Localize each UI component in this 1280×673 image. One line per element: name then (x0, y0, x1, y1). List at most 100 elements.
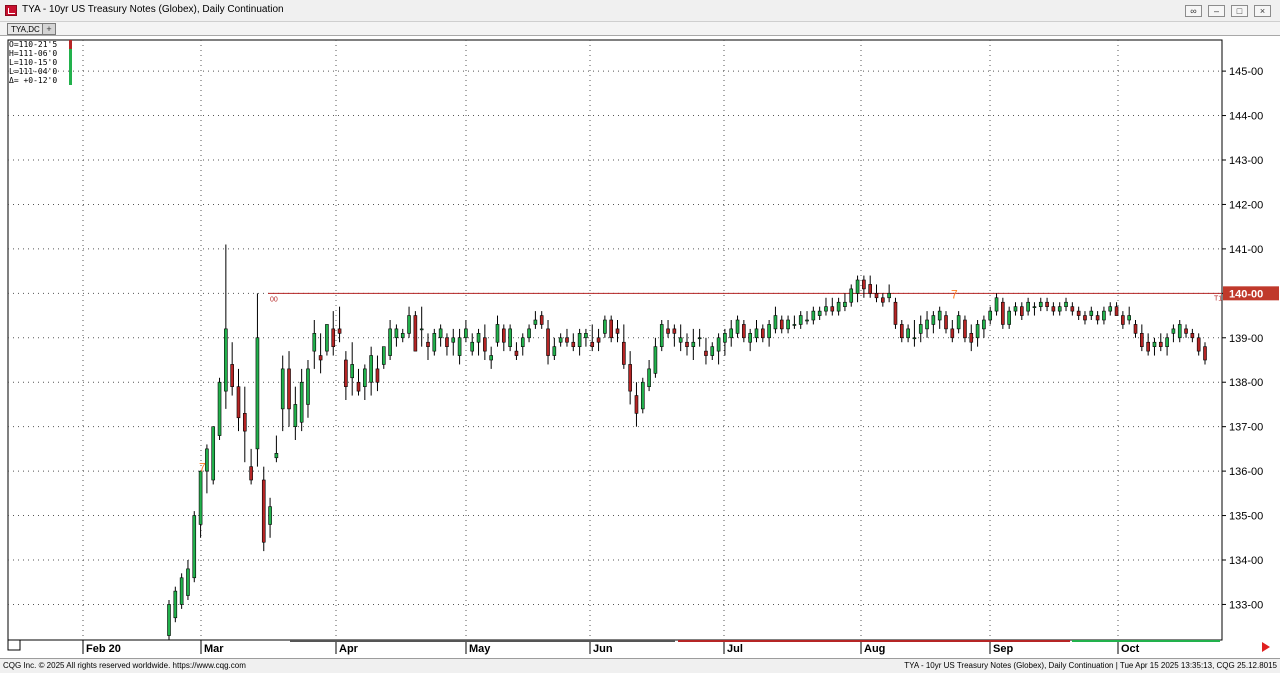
candle-body[interactable] (261, 479, 266, 543)
candle-body[interactable] (1057, 306, 1062, 312)
candle-body[interactable] (855, 279, 860, 294)
candle-body[interactable] (495, 324, 500, 343)
candle-body[interactable] (584, 333, 588, 339)
candle-body[interactable] (887, 293, 891, 299)
candle-body[interactable] (868, 284, 872, 294)
candle-body[interactable] (912, 337, 917, 340)
candle-body[interactable] (1013, 306, 1018, 312)
candle-body[interactable] (881, 297, 885, 303)
candle-body[interactable] (407, 315, 411, 334)
candle-body[interactable] (293, 404, 298, 427)
candle-body[interactable] (280, 368, 285, 410)
candle-body[interactable] (514, 350, 519, 356)
candle-body[interactable] (274, 453, 279, 459)
candle-body[interactable] (413, 315, 418, 352)
candle-body[interactable] (325, 324, 329, 352)
candle-body[interactable] (1121, 315, 1125, 325)
candle-body[interactable] (565, 337, 569, 343)
candle-body[interactable] (363, 368, 367, 387)
candle-body[interactable] (337, 328, 342, 334)
candle-body[interactable] (1038, 301, 1043, 307)
candle-body[interactable] (419, 328, 424, 331)
candle-body[interactable] (470, 341, 475, 352)
candle-body[interactable] (312, 333, 317, 352)
candle-body[interactable] (634, 395, 639, 414)
candle-body[interactable] (400, 333, 405, 339)
candle-body[interactable] (192, 515, 197, 579)
candle-body[interactable] (659, 324, 664, 347)
candle-body[interactable] (817, 310, 822, 316)
candle-body[interactable] (748, 333, 752, 343)
candle-body[interactable] (893, 301, 898, 325)
candle-body[interactable] (1064, 301, 1068, 307)
candle-body[interactable] (723, 333, 727, 343)
candle-body[interactable] (167, 604, 171, 636)
candle-body[interactable] (571, 341, 576, 347)
candle-body[interactable] (779, 319, 784, 330)
maximize-button[interactable]: □ (1231, 5, 1248, 17)
candle-body[interactable] (843, 301, 847, 307)
candle-body[interactable] (672, 328, 677, 334)
candle-body[interactable] (1020, 306, 1024, 316)
candle-body[interactable] (1190, 333, 1195, 339)
candle-body[interactable] (1165, 337, 1169, 347)
candle-body[interactable] (874, 293, 879, 299)
candle-body[interactable] (1001, 301, 1005, 325)
candle-body[interactable] (445, 337, 449, 347)
candle-body[interactable] (937, 310, 942, 321)
candle-body[interactable] (236, 386, 241, 419)
candle-body[interactable] (457, 337, 462, 356)
candle-body[interactable] (1083, 315, 1087, 321)
tab-tya-dc[interactable]: TYA,DC (7, 23, 44, 35)
candle-body[interactable] (906, 328, 910, 339)
candle-body[interactable] (255, 337, 260, 450)
candle-body[interactable] (1089, 310, 1094, 316)
candle-body[interactable] (552, 346, 557, 356)
candle-body[interactable] (502, 328, 506, 343)
candle-body[interactable] (836, 301, 841, 312)
candle-body[interactable] (432, 333, 437, 352)
candle-body[interactable] (805, 319, 809, 322)
candle-body[interactable] (1158, 341, 1163, 347)
candle-body[interactable] (1007, 310, 1011, 325)
candle-body[interactable] (577, 333, 582, 347)
candle-body[interactable] (1095, 315, 1100, 321)
candle-body[interactable] (483, 337, 487, 352)
candle-body[interactable] (603, 319, 607, 334)
candle-body[interactable] (862, 279, 866, 290)
chart-area[interactable]: 133-00 134-00 135-00 136-00 137-00 138-00 139-… (0, 36, 1280, 658)
candle-body[interactable] (628, 364, 632, 392)
candle-body[interactable] (394, 328, 399, 339)
candle-body[interactable] (1146, 341, 1150, 352)
candle-body[interactable] (520, 337, 525, 347)
candle-body[interactable] (710, 346, 715, 356)
candle-body[interactable] (742, 324, 746, 339)
candle-body[interactable] (243, 413, 247, 432)
candle-body[interactable] (1133, 324, 1138, 334)
candle-body[interactable] (969, 333, 974, 343)
candle-body[interactable] (224, 328, 228, 392)
candle-body[interactable] (1140, 333, 1144, 347)
candle-body[interactable] (211, 426, 216, 481)
candle-body[interactable] (179, 577, 184, 605)
candle-body[interactable] (615, 328, 620, 334)
candle-body[interactable] (186, 568, 190, 596)
candle-body[interactable] (451, 337, 456, 343)
candle-body[interactable] (729, 328, 734, 339)
candle-body[interactable] (761, 328, 765, 339)
candle-body[interactable] (1076, 310, 1081, 316)
candle-body[interactable] (1114, 306, 1119, 316)
candle-body[interactable] (230, 364, 234, 387)
candle-body[interactable] (287, 368, 291, 410)
candle-body[interactable] (375, 368, 380, 383)
candle-body[interactable] (685, 341, 689, 347)
candle-body[interactable] (963, 319, 967, 339)
candle-body[interactable] (344, 359, 348, 387)
candle-body[interactable] (508, 328, 512, 347)
candle-body[interactable] (533, 319, 538, 325)
scroll-start-box[interactable] (7, 639, 21, 651)
candle-body[interactable] (697, 337, 702, 340)
close-button[interactable]: × (1254, 5, 1271, 17)
candle-body[interactable] (1171, 328, 1176, 334)
candle-body[interactable] (217, 381, 222, 436)
